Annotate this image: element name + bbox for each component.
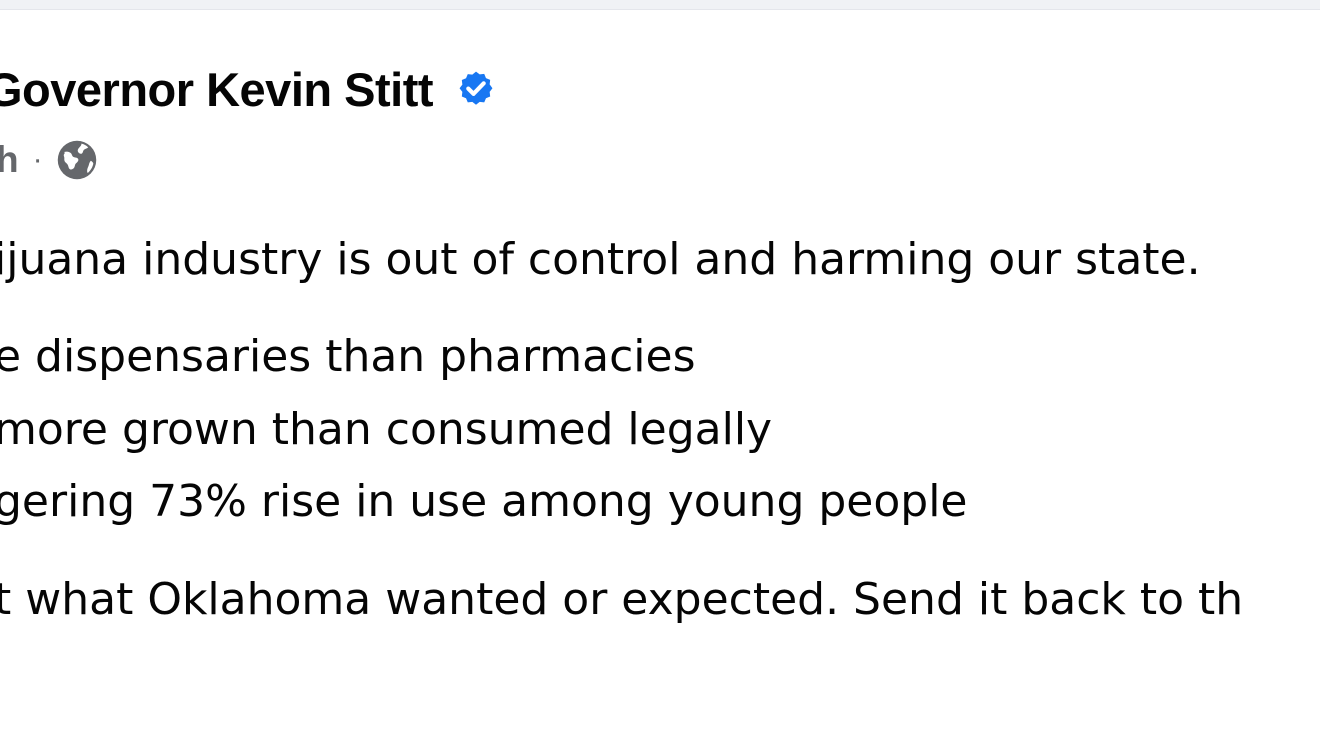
post-text-line: ijuana industry is out of control and ha… [0,234,1201,285]
post-text-line: e dispensaries than pharmacies [0,331,696,382]
top-divider [0,0,1320,10]
post-header: Governor Kevin Stitt [0,62,497,117]
author-name-link[interactable]: Governor Kevin Stitt [0,62,434,117]
post-text-line: gering 73% rise in use among young peopl… [0,476,968,527]
post-meta: h · [0,138,99,182]
post-text-line: more grown than consumed legally [0,404,773,455]
globe-icon[interactable] [55,138,99,182]
verified-badge-icon [455,69,497,111]
post-text-line: t what Oklahoma wanted or expected. Send… [0,574,1244,625]
meta-separator: · [32,143,43,176]
post-timestamp-link[interactable]: h [0,139,19,181]
post-card: Governor Kevin Stitt h · ijuana industry… [0,10,1320,743]
